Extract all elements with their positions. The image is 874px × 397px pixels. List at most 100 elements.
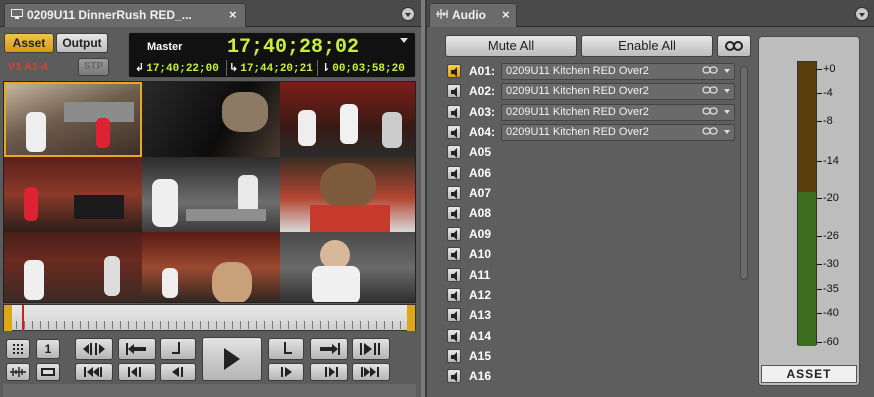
rewind-button[interactable] (118, 363, 156, 381)
track-clip-selector[interactable]: 0209U11 Kitchen RED Over2 (501, 63, 735, 80)
camera-angle-8[interactable] (142, 232, 280, 302)
audio-toggle-button[interactable] (6, 363, 30, 381)
mark-in-button[interactable] (160, 338, 196, 360)
divider (226, 60, 227, 76)
speaker-icon[interactable] (447, 84, 461, 99)
position-bar[interactable] (3, 304, 416, 331)
chevron-down-icon[interactable] (724, 89, 730, 94)
camera-angle-4[interactable] (4, 157, 142, 232)
play-in-to-out-button[interactable] (352, 338, 390, 360)
step-forward-button[interactable] (268, 363, 304, 381)
go-to-out-icon (320, 343, 340, 355)
chevron-down-icon[interactable] (724, 130, 730, 135)
audio-track-row: A11 (447, 267, 743, 284)
close-icon[interactable]: × (502, 4, 510, 26)
mark-out-button[interactable] (268, 338, 304, 360)
menu-grid-button[interactable] (6, 339, 30, 359)
speaker-icon[interactable] (447, 186, 461, 201)
timecode-menu-icon[interactable] (400, 38, 408, 43)
panel-menu-button[interactable] (855, 7, 869, 21)
mute-all-button[interactable]: Mute All (445, 35, 577, 57)
speaker-icon[interactable] (447, 369, 461, 384)
audio-panel: Audio × Mute All Enable All A01: 0209U11 … (425, 0, 874, 397)
status-strip (3, 384, 416, 397)
audio-track-row: A05 (447, 144, 743, 161)
track-selector[interactable]: V1 A1-4 (8, 61, 48, 73)
video-frame[interactable] (3, 81, 416, 303)
waveform-icon (10, 367, 26, 377)
step-back-button[interactable] (160, 363, 196, 381)
speaker-icon[interactable] (447, 165, 461, 180)
track-clip-selector[interactable]: 0209U11 Kitchen RED Over2 (501, 83, 735, 101)
speaker-icon[interactable] (447, 287, 461, 302)
play-in-out-icon (360, 343, 380, 355)
enable-all-button[interactable]: Enable All (581, 35, 713, 57)
fast-forward-more-button[interactable] (352, 363, 390, 381)
tab-title: 0209U11 DinnerRush RED_... (27, 8, 192, 22)
speaker-icon[interactable] (447, 125, 461, 140)
speaker-icon[interactable] (447, 206, 461, 221)
speaker-icon[interactable] (447, 64, 461, 78)
tab-audio[interactable]: Audio × (429, 3, 517, 27)
camera-angle-5[interactable] (142, 157, 280, 232)
audio-track-row: A09 (447, 226, 743, 243)
link-icon[interactable] (702, 126, 718, 141)
playhead[interactable] (21, 305, 24, 331)
close-icon[interactable]: × (229, 4, 237, 26)
chevron-down-icon[interactable] (724, 109, 730, 114)
go-to-out-button[interactable] (310, 338, 348, 360)
stp-button[interactable]: STP (78, 58, 109, 76)
scale-label: -20 (823, 192, 839, 204)
speaker-icon[interactable] (447, 348, 461, 363)
link-icon[interactable] (702, 85, 718, 100)
mark-out-handle[interactable] (407, 305, 415, 331)
camera-angle-2[interactable] (142, 82, 280, 157)
camera-angle-1[interactable] (4, 82, 142, 157)
camera-angle-7[interactable] (4, 232, 142, 302)
scale-label: -35 (823, 283, 839, 295)
rewind-fast-button[interactable] (75, 363, 113, 381)
tab-title: Audio (452, 8, 486, 22)
play-button[interactable] (202, 337, 262, 381)
link-button[interactable] (717, 35, 751, 57)
go-to-in-button[interactable] (118, 338, 156, 360)
tab-source-clip[interactable]: 0209U11 DinnerRush RED_... × (4, 3, 246, 27)
speaker-icon[interactable] (447, 308, 461, 323)
meter-green-zone (798, 192, 816, 346)
link-icon[interactable] (702, 106, 718, 121)
film-strip-button[interactable] (36, 363, 60, 381)
asset-button[interactable]: Asset (4, 33, 54, 53)
speaker-icon[interactable] (447, 247, 461, 262)
waveform-icon (436, 9, 448, 19)
fast-forward-button[interactable] (310, 363, 348, 381)
step-back-frames-button[interactable] (75, 338, 113, 360)
mark-in-icon (172, 342, 180, 354)
scale-label: -14 (823, 155, 839, 167)
panel-menu-button[interactable] (401, 7, 415, 21)
output-button[interactable]: Output (56, 33, 108, 53)
speaker-icon[interactable] (447, 145, 461, 160)
audio-track-row: A01: 0209U11 Kitchen RED Over2 (447, 63, 743, 80)
speaker-icon[interactable] (447, 328, 461, 343)
track-scrollbar[interactable] (740, 66, 748, 280)
track-clip-selector[interactable]: 0209U11 Kitchen RED Over2 (501, 124, 735, 142)
mark-in-handle[interactable] (4, 305, 12, 331)
speaker-icon[interactable] (447, 267, 461, 282)
audio-track-row: A04: 0209U11 Kitchen RED Over2 (447, 124, 743, 142)
one-button[interactable]: 1 (36, 339, 60, 359)
scale-label: -8 (823, 115, 833, 127)
scale-tick (817, 313, 822, 314)
scale-label: -4 (823, 87, 833, 99)
track-clip-selector[interactable]: 0209U11 Kitchen RED Over2 (501, 103, 735, 121)
camera-angle-6[interactable] (280, 157, 415, 232)
audio-track-row: A10 (447, 246, 743, 263)
link-icon[interactable] (702, 65, 718, 80)
speaker-icon[interactable] (447, 104, 461, 119)
audio-track-row: A02: 0209U11 Kitchen RED Over2 (447, 83, 743, 101)
clip-name: 0209U11 Kitchen RED Over2 (506, 85, 649, 98)
camera-angle-3[interactable] (280, 82, 415, 157)
chevron-down-icon[interactable] (724, 69, 730, 73)
mark-in-icon: ↲ (135, 61, 145, 74)
camera-angle-9[interactable] (280, 232, 415, 302)
speaker-icon[interactable] (447, 226, 461, 241)
